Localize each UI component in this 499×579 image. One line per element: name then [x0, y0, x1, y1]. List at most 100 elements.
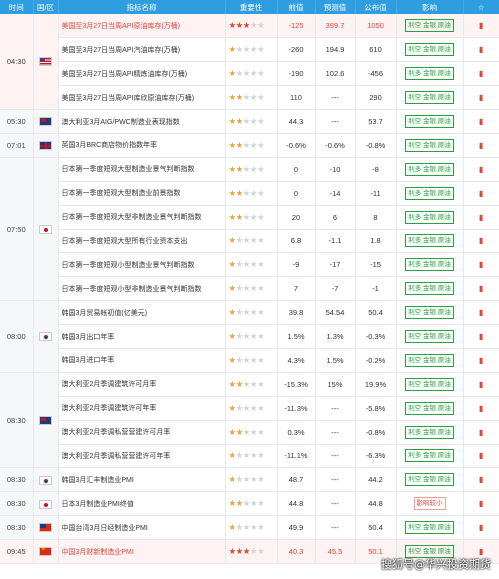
table-row[interactable]: 美国至3月27日当周API精炼油库存(万桶) ★★★★★ -190 102.6 -456…	[0, 61, 499, 87]
table-row[interactable]: 08:30 韩国3月汇丰制造业PMI ★★★★★ 48.7 --- 44.2 利空 金银 原…	[0, 467, 499, 493]
table-row[interactable]: 澳大利亚2月季调私营营建许可月率 ★★★★★ 0.3% --- -0.8% 利多 金银 原…	[0, 420, 499, 445]
previous-value: -0.6%	[277, 133, 316, 158]
bar-chart-icon[interactable]: ▮	[479, 356, 483, 365]
chart-icon-cell[interactable]: ▮	[463, 276, 499, 302]
chart-icon-cell[interactable]: ▮	[463, 229, 499, 254]
chart-icon-cell[interactable]: ▮	[463, 467, 499, 493]
chart-icon-cell[interactable]: ▮	[463, 396, 499, 421]
importance-stars: ★★★★★	[225, 515, 278, 541]
bar-chart-icon[interactable]: ▮	[479, 189, 483, 198]
star-icon: ★	[242, 283, 251, 294]
chart-icon-cell[interactable]: ▮	[463, 324, 499, 349]
indicator-name: 澳大利亚2月季调建筑许可年率	[58, 396, 226, 421]
chart-icon-cell[interactable]: ▮	[463, 14, 499, 39]
chart-icon-cell[interactable]: ▮	[463, 85, 499, 111]
indicator-name: 美国至3月27日当周API原油库存(万桶)	[58, 14, 226, 39]
table-row[interactable]: 日本第一季度短观大型非制造业景气判断指数 ★★★★★ 20 6 8 利多 金银 原油 ▮	[0, 205, 499, 230]
country-flag-icon	[33, 539, 59, 564]
table-row[interactable]: 韩国3月出口年率 ★★★★★ 1.5% 1.3% -0.3% 利空 金银 原油 ▮	[0, 324, 499, 349]
chart-icon-cell[interactable]: ▮	[463, 157, 499, 182]
star-icon: ★	[257, 163, 265, 174]
table-row[interactable]: 07:01 英国3月BRC商店物价指数年率 ★★★★★ -0.6% -0.6% -0.8%…	[0, 133, 499, 158]
bar-chart-icon[interactable]: ▮	[479, 380, 483, 389]
table-row[interactable]: 04:30 美国至3月27日当周API原油库存(万桶) ★★★★★ -125 399.7…	[0, 14, 499, 111]
chart-icon-cell[interactable]: ▮	[463, 37, 499, 63]
impact-badge: 利空 金银 原油	[405, 19, 454, 33]
star-icon: ★	[235, 235, 244, 246]
chart-icon-cell[interactable]: ▮	[463, 109, 499, 134]
table-row[interactable]: 澳大利亚2月季调建筑许可年率 ★★★★★ -11.3% --- -5.8% 利空 金银 原…	[0, 396, 499, 421]
bar-chart-icon[interactable]: ▮	[479, 451, 483, 460]
bar-chart-icon[interactable]: ▮	[479, 45, 483, 54]
actual-value: 1050	[355, 14, 397, 39]
table-row[interactable]: 07:50 日本第一季度短观大型制造业景气判断指数 ★★★★★ 0 -10 -8 利多 金银…	[0, 157, 499, 302]
star-icon: ★	[242, 68, 251, 79]
table-row[interactable]: 韩国3月进口年率 ★★★★★ 4.3% 1.5% -0.2% 利空 金银 原油 ▮	[0, 348, 499, 373]
actual-value: 19.9%	[355, 372, 397, 397]
bar-chart-icon[interactable]: ▮	[479, 404, 483, 413]
bar-chart-icon[interactable]: ▮	[479, 332, 483, 341]
chart-icon-cell[interactable]: ▮	[463, 205, 499, 230]
chart-icon-cell[interactable]: ▮	[463, 444, 499, 469]
actual-value: -1	[355, 276, 397, 302]
table-row[interactable]: 美国至3月27日当周API汽油库存(万桶) ★★★★★ -260 194.9 610 利空…	[0, 37, 499, 63]
star-icon: ★	[242, 354, 251, 365]
bar-chart-icon[interactable]: ▮	[479, 523, 483, 532]
bar-chart-icon[interactable]: ▮	[479, 21, 483, 30]
header-time: 时间	[0, 0, 34, 14]
bar-chart-icon[interactable]: ▮	[479, 93, 483, 102]
previous-value: -9	[277, 252, 316, 278]
actual-value: -0.3%	[355, 324, 397, 349]
table-row[interactable]: 08:30 中国台湾3月日经制造业PMI ★★★★★ 49.9 --- 50.4 利空 金银…	[0, 515, 499, 541]
table-row[interactable]: 08:30 日本3月制造业PMI终值 ★★★★★ 44.8 --- 44.8 影响较小 ▮	[0, 491, 499, 517]
previous-value: 4.3%	[277, 348, 316, 373]
table-row[interactable]: 日本第一季度短观大型所有行业资本支出 ★★★★★ 6.8 -1.1 1.8 利多 金银 原…	[0, 229, 499, 254]
chart-icon-cell[interactable]: ▮	[463, 420, 499, 445]
chart-icon-cell[interactable]: ▮	[463, 491, 499, 517]
bar-chart-icon[interactable]: ▮	[479, 141, 483, 150]
bar-chart-icon[interactable]: ▮	[479, 547, 483, 556]
impact-cell: 利空 金银 原油	[396, 467, 464, 493]
chart-icon-cell[interactable]: ▮	[463, 133, 499, 158]
impact-badge: 利空 金银 原油	[405, 401, 454, 415]
indicator-name: 韩国3月汇丰制造业PMI	[58, 467, 226, 493]
country-flag-icon	[33, 491, 59, 517]
chart-icon-cell[interactable]: ▮	[463, 300, 499, 326]
chart-icon-cell[interactable]: ▮	[463, 61, 499, 87]
table-row[interactable]: 08:30 澳大利亚2月季调建筑许可月率 ★★★★★ -15.3% 15% 19.9% 利空…	[0, 372, 499, 469]
bar-chart-icon[interactable]: ▮	[479, 475, 483, 484]
bar-chart-icon[interactable]: ▮	[479, 117, 483, 126]
importance-stars: ★★★★★	[225, 109, 278, 134]
forecast-value: 194.9	[315, 37, 356, 63]
table-row[interactable]: 美国至3月27日当周API库欣原油库存(万桶) ★★★★★ 110 --- 290 利空 …	[0, 85, 499, 111]
bar-chart-icon[interactable]: ▮	[479, 165, 483, 174]
bar-chart-icon[interactable]: ▮	[479, 69, 483, 78]
bar-chart-icon[interactable]: ▮	[479, 260, 483, 269]
chart-icon-cell[interactable]: ▮	[463, 181, 499, 206]
previous-value: 44.3	[277, 109, 316, 134]
table-row[interactable]: 08:00 韩国3月贸易帐初值(亿美元) ★★★★★ 39.8 54.54 50.4 利空 …	[0, 300, 499, 373]
table-row[interactable]: 日本第一季度短观小型非制造业景气判断指数 ★★★★★ 7 -7 -1 利多 金银 原油 ▮	[0, 276, 499, 302]
chart-icon-cell[interactable]: ▮	[463, 372, 499, 397]
bar-chart-icon[interactable]: ▮	[479, 284, 483, 293]
bar-chart-icon[interactable]: ▮	[479, 499, 483, 508]
chart-icon-cell[interactable]: ▮	[463, 515, 499, 541]
release-time: 08:30	[0, 515, 34, 541]
table-row[interactable]: 澳大利亚2月季调私营营建许可年率 ★★★★★ -11.1% --- -6.3% 利多 金银…	[0, 444, 499, 469]
bar-chart-icon[interactable]: ▮	[479, 428, 483, 437]
table-row[interactable]: 日本第一季度短观大型制造业前景指数 ★★★★★ 0 -14 -11 利多 金银 原油 ▮	[0, 181, 499, 206]
star-icon: ★	[242, 522, 251, 533]
actual-value: -5.8%	[355, 396, 397, 421]
chart-icon-cell[interactable]: ▮	[463, 252, 499, 278]
table-header: 时间 国/区 指标名称 重要性 前值 预测值 公布值 影响 ☆	[0, 0, 499, 14]
bar-chart-icon[interactable]: ▮	[479, 213, 483, 222]
forecast-value: 54.54	[315, 300, 356, 326]
table-row[interactable]: 日本第一季度短观小型制造业景气判断指数 ★★★★★ -9 -17 -15 利多 金银 原油…	[0, 252, 499, 278]
bar-chart-icon[interactable]: ▮	[479, 308, 483, 317]
chart-icon-cell[interactable]: ▮	[463, 348, 499, 373]
table-row[interactable]: 05:30 澳大利亚3月AIG/PWC制造业表现指数 ★★★★★ 44.3 --- 53.…	[0, 109, 499, 134]
bar-chart-icon[interactable]: ▮	[479, 236, 483, 245]
importance-stars: ★★★★★	[225, 37, 278, 63]
impact-badge: 利空 金银 原油	[405, 521, 454, 535]
star-icon: ★	[228, 259, 237, 270]
